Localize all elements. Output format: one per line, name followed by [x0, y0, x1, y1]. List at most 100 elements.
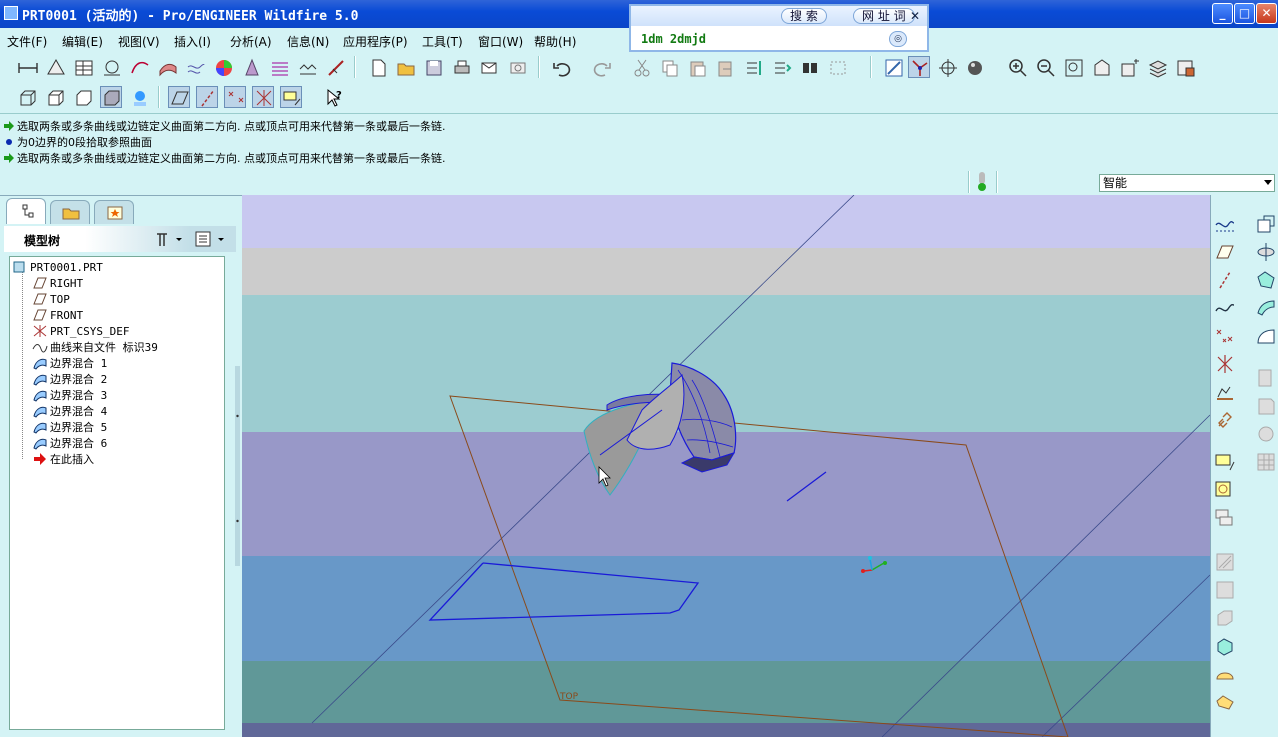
view-manager-icon[interactable] [1174, 56, 1196, 78]
curvature-analysis-icon[interactable] [184, 56, 206, 78]
search-go-icon[interactable]: ◎ [889, 31, 907, 47]
copy-geometry-icon[interactable] [1255, 213, 1277, 235]
table-measure-icon[interactable] [72, 56, 94, 78]
extrude-tool-icon[interactable] [1214, 635, 1236, 657]
distance-measure-icon[interactable] [16, 56, 38, 78]
annotation-element-icon[interactable] [1214, 479, 1236, 501]
close-icon[interactable]: ✕ [907, 8, 923, 24]
datum-curve-tool-icon[interactable] [1214, 297, 1236, 319]
refit-icon[interactable] [1062, 56, 1084, 78]
model-viewport[interactable]: TOP [242, 195, 1210, 737]
datum-plane-tool-icon[interactable] [1214, 241, 1236, 263]
reference-annotation-icon[interactable] [1214, 507, 1236, 529]
menu-help[interactable]: 帮助(H) [534, 33, 576, 50]
tree-settings-icon[interactable] [154, 230, 186, 248]
tree-item-insert-here[interactable]: 在此插入 [32, 451, 94, 467]
print-icon[interactable] [450, 56, 472, 78]
navigator-splitter[interactable] [234, 366, 241, 566]
tree-item-front[interactable]: FRONT [32, 307, 83, 323]
menu-insert[interactable]: 插入(I) [174, 33, 211, 50]
menu-window[interactable]: 窗口(W) [478, 33, 523, 50]
datum-axis-tool-icon[interactable] [1214, 269, 1236, 291]
tree-item-curve[interactable]: 曲线来自文件 标识39 [32, 339, 158, 355]
tree-item-top[interactable]: TOP [32, 291, 70, 307]
tree-item-blend-4[interactable]: 边界混合 4 [32, 403, 107, 419]
deviation-analysis-icon[interactable] [324, 56, 346, 78]
surface-analysis-icon[interactable] [156, 56, 178, 78]
orient-mode-icon[interactable] [936, 56, 958, 78]
paste-special-icon[interactable] [714, 56, 736, 78]
cut-icon[interactable] [630, 56, 652, 78]
paste-icon[interactable] [686, 56, 708, 78]
regenerate-icon[interactable] [742, 56, 764, 78]
appearance-icon[interactable] [964, 56, 986, 78]
analysis-feature-icon[interactable] [1214, 381, 1236, 403]
hidden-line-icon[interactable] [44, 86, 66, 108]
datum-point-tool-icon[interactable] [1214, 325, 1236, 347]
zoom-in-icon[interactable] [1006, 56, 1028, 78]
close-button[interactable]: ✕ [1256, 3, 1277, 24]
layers-icon[interactable] [1146, 56, 1168, 78]
menu-info[interactable]: 信息(N) [287, 33, 329, 50]
menu-tools[interactable]: 工具(T) [422, 33, 463, 50]
no-hidden-icon[interactable] [72, 86, 94, 108]
csys-display-icon[interactable] [252, 86, 274, 108]
draft-tool-icon[interactable] [1255, 325, 1277, 347]
menu-view[interactable]: 视图(V) [118, 33, 160, 50]
menu-file[interactable]: 文件(F) [7, 33, 47, 50]
graphics-window[interactable]: TOP [242, 195, 1210, 737]
annotation-feature-icon[interactable] [1214, 451, 1236, 473]
enhanced-realism-icon[interactable] [128, 86, 150, 108]
tree-item-csys[interactable]: PRT_CSYS_DEF [32, 323, 129, 339]
revolve-tool-icon[interactable] [1214, 663, 1236, 685]
search-tab[interactable]: 搜 索 [781, 8, 827, 24]
tree-show-icon[interactable] [194, 230, 228, 248]
datum-planes-display-icon[interactable] [168, 86, 190, 108]
chain-link-icon[interactable] [1214, 409, 1236, 431]
url-tab[interactable]: 网 址 词 [853, 8, 915, 24]
new-file-icon[interactable] [366, 56, 388, 78]
search-query-input[interactable]: 1dm 2dmjd [641, 32, 706, 46]
shading-icon[interactable] [100, 86, 122, 108]
tree-item-right[interactable]: RIGHT [32, 275, 83, 291]
tab-folder-browser[interactable] [50, 200, 90, 224]
spin-center-icon[interactable] [908, 56, 930, 78]
save-icon[interactable] [422, 56, 444, 78]
find-icon[interactable] [798, 56, 820, 78]
tab-model-tree[interactable] [6, 198, 46, 224]
curve-analysis-icon[interactable] [128, 56, 150, 78]
repaint-icon[interactable] [882, 56, 904, 78]
csys-tool-icon[interactable] [1214, 353, 1236, 375]
zoom-out-icon[interactable] [1034, 56, 1056, 78]
datum-axes-display-icon[interactable] [196, 86, 218, 108]
open-folder-icon[interactable] [394, 56, 416, 78]
annotation-display-icon[interactable] [280, 86, 302, 108]
tree-item-blend-1[interactable]: 边界混合 1 [32, 355, 107, 371]
wireframe-icon[interactable] [16, 86, 38, 108]
selection-filter-dropdown[interactable]: 智能 [1099, 174, 1275, 192]
offset-analysis-icon[interactable] [296, 56, 318, 78]
menu-applications[interactable]: 应用程序(P) [343, 33, 408, 50]
area-measure-icon[interactable] [44, 56, 66, 78]
datum-points-display-icon[interactable] [224, 86, 246, 108]
tree-item-blend-3[interactable]: 边界混合 3 [32, 387, 107, 403]
select-box-icon[interactable] [826, 56, 848, 78]
sweep-tool-icon[interactable] [1214, 691, 1236, 713]
diameter-measure-icon[interactable] [100, 56, 122, 78]
shaded-curvature-icon[interactable] [212, 56, 234, 78]
tree-item-blend-2[interactable]: 边界混合 2 [32, 371, 107, 387]
minimize-button[interactable]: _ [1212, 3, 1233, 24]
undo-icon[interactable] [550, 56, 572, 78]
menu-analysis[interactable]: 分析(A) [230, 33, 272, 50]
redo-icon[interactable] [590, 56, 612, 78]
copy-icon[interactable] [658, 56, 680, 78]
regeneration-manager-icon[interactable] [770, 56, 792, 78]
send-link-icon[interactable] [506, 56, 528, 78]
context-help-icon[interactable]: ? [322, 86, 344, 108]
shell-tool-icon[interactable] [1255, 269, 1277, 291]
menu-edit[interactable]: 编辑(E) [62, 33, 103, 50]
tab-favorites[interactable] [94, 200, 134, 224]
hole-tool-icon[interactable] [1255, 241, 1277, 263]
tree-item-root[interactable]: PRT0001.PRT [12, 259, 103, 275]
rib-tool-icon[interactable] [1255, 297, 1277, 319]
